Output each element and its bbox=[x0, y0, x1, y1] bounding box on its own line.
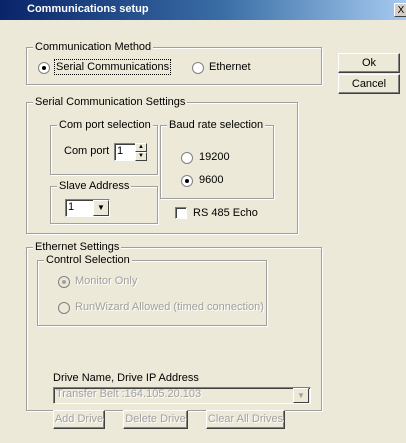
communication-method-legend: Communication Method bbox=[33, 41, 154, 53]
baud-rate-group: Baud rate selection 19200 9600 bbox=[160, 119, 274, 199]
window-title: Communications setup bbox=[27, 3, 149, 15]
runwizard-label[interactable]: RunWizard Allowed (timed connection) bbox=[75, 301, 264, 313]
baud-19200-radio[interactable] bbox=[181, 152, 193, 164]
drive-dropdown-icon[interactable]: ▼ bbox=[293, 388, 309, 403]
add-drive-button[interactable]: Add Drive bbox=[53, 410, 105, 429]
monitor-only-radio[interactable] bbox=[58, 276, 70, 288]
communications-setup-dialog: Communications setup X Ok Cancel Communi… bbox=[0, 0, 406, 443]
com-port-spin-down-icon[interactable]: ▼ bbox=[135, 152, 147, 161]
control-selection-group: Control Selection Monitor Only RunWizard… bbox=[37, 254, 267, 326]
cancel-button[interactable]: Cancel bbox=[338, 74, 400, 94]
ethernet-settings-legend: Ethernet Settings bbox=[33, 241, 122, 253]
serial-settings-legend: Serial Communication Settings bbox=[33, 96, 188, 108]
delete-drive-button[interactable]: Delete Drive bbox=[123, 410, 188, 429]
ethernet-radio[interactable] bbox=[192, 62, 204, 74]
serial-communications-radio[interactable] bbox=[38, 62, 50, 74]
slave-address-group: Slave Address 1 ▼ bbox=[50, 180, 158, 224]
chevron-down-icon[interactable]: ▼ bbox=[93, 200, 109, 216]
title-bar: Communications setup X bbox=[0, 0, 406, 20]
com-port-spin-up-icon[interactable]: ▲ bbox=[135, 143, 147, 152]
clear-all-drives-button[interactable]: Clear All Drives bbox=[206, 410, 285, 429]
monitor-only-label[interactable]: Monitor Only bbox=[75, 275, 137, 287]
drive-select[interactable]: Transfer Belt :164.105.20.103 bbox=[53, 387, 311, 404]
com-port-input[interactable]: 1 bbox=[114, 143, 136, 161]
ethernet-label[interactable]: Ethernet bbox=[209, 61, 251, 73]
ok-button[interactable]: Ok bbox=[338, 53, 400, 73]
runwizard-radio[interactable] bbox=[58, 302, 70, 314]
baud-rate-legend: Baud rate selection bbox=[167, 119, 266, 131]
rs485-echo-checkbox[interactable] bbox=[175, 207, 187, 219]
baud-9600-radio[interactable] bbox=[181, 175, 193, 187]
control-selection-legend: Control Selection bbox=[44, 254, 132, 266]
serial-settings-group: Serial Communication Settings Com port s… bbox=[26, 96, 298, 234]
close-icon[interactable]: X bbox=[394, 3, 406, 17]
communication-method-group: Communication Method Serial Communicatio… bbox=[26, 41, 322, 85]
drive-name-ip-label: Drive Name, Drive IP Address bbox=[53, 372, 199, 384]
rs485-echo-label[interactable]: RS 485 Echo bbox=[193, 207, 258, 219]
baud-9600-label[interactable]: 9600 bbox=[199, 174, 223, 186]
com-port-legend: Com port selection bbox=[57, 119, 153, 131]
baud-19200-label[interactable]: 19200 bbox=[199, 151, 230, 163]
slave-address-legend: Slave Address bbox=[57, 180, 132, 192]
ethernet-settings-group: Ethernet Settings Control Selection Moni… bbox=[26, 241, 322, 429]
com-port-label: Com port bbox=[64, 145, 110, 157]
serial-communications-label[interactable]: Serial Communications bbox=[53, 59, 172, 75]
com-port-group: Com port selection Com port 1 ▲ ▼ bbox=[50, 119, 158, 175]
